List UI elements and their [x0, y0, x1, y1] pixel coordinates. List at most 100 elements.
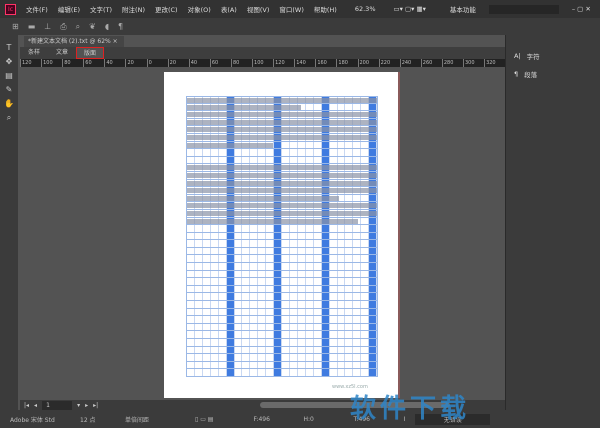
grid-cell: [274, 149, 283, 156]
ruler-tick: 260: [420, 59, 442, 67]
grid-cell: [306, 225, 314, 232]
text-line: [187, 119, 377, 125]
menu-file[interactable]: 文件(F): [21, 4, 53, 14]
prev-page-icon[interactable]: ◂: [34, 402, 37, 409]
menu-object[interactable]: 对象(O): [183, 4, 216, 14]
grid-cell: [353, 149, 362, 156]
grid-row: [186, 323, 378, 332]
grid-cell: [242, 225, 251, 232]
eyedropper-icon[interactable]: ✎: [6, 85, 13, 95]
grid-cell: [226, 301, 235, 308]
workspace-switcher[interactable]: 基本功能: [445, 4, 481, 14]
grid-cell: [338, 247, 346, 255]
grid-row: [186, 278, 378, 286]
grid-cell: [266, 308, 275, 316]
zoom-tool-icon[interactable]: ⌕: [7, 113, 11, 123]
menu-help[interactable]: 帮助(H): [309, 4, 342, 14]
grid-cell: [235, 361, 243, 369]
grid-row: [186, 194, 378, 203]
ruler-tick: 100: [252, 59, 273, 67]
window-controls[interactable]: – ▢ ✕: [567, 5, 596, 13]
screen-mode-icon[interactable]: ▭▾ ▢▾ ▦▾: [389, 5, 431, 13]
grid-cell: [353, 141, 362, 149]
paragraph-mark-icon[interactable]: ¶: [118, 22, 123, 31]
grid-cell: [187, 369, 195, 376]
grid-row: [186, 263, 378, 271]
tab-layout[interactable]: 版面: [76, 47, 104, 59]
grid-cell: [338, 361, 346, 369]
menu-table[interactable]: 表(A): [216, 4, 242, 14]
panel-paragraph[interactable]: ¶ 段落: [506, 65, 600, 83]
save-icon[interactable]: ⊥: [44, 22, 51, 31]
grid-row: [186, 217, 378, 226]
hand-tool-icon[interactable]: ✋: [4, 99, 14, 109]
grid-cell: [195, 232, 203, 240]
grid-cell: [330, 361, 338, 369]
menu-changes[interactable]: 更改(C): [150, 4, 183, 14]
first-page-icon[interactable]: |◂: [24, 402, 29, 409]
grid-row: [186, 331, 378, 339]
new-icon[interactable]: ⊞: [12, 22, 19, 31]
menu-type[interactable]: 文字(T): [85, 4, 117, 14]
menu-notes[interactable]: 附注(N): [117, 4, 150, 14]
text-line: [187, 195, 339, 201]
grid-cell: [250, 369, 259, 376]
search-input[interactable]: [488, 4, 559, 14]
font-select[interactable]: Adobe 宋体 Std: [10, 415, 70, 424]
grid-cell: [345, 361, 354, 369]
leading-select[interactable]: 单倍间距: [125, 415, 185, 424]
frame-grid[interactable]: [186, 96, 378, 377]
grid-cell: [338, 232, 346, 240]
grid-cell: [211, 361, 219, 369]
zoom-level[interactable]: 62.3%: [350, 5, 381, 13]
menu-view[interactable]: 视图(V): [242, 4, 275, 14]
spellcheck-icon[interactable]: ❦: [89, 22, 96, 31]
tab-galley[interactable]: 条样: [20, 47, 48, 59]
grid-cell: [274, 285, 283, 293]
panel-character[interactable]: A| 字符: [506, 47, 600, 65]
grid-cell: [298, 323, 306, 331]
grid-cell: [345, 278, 354, 285]
grid-cell: [338, 323, 346, 331]
type-tool-icon[interactable]: T: [7, 43, 12, 53]
close-tab-icon[interactable]: ×: [113, 38, 118, 45]
position-tool-icon[interactable]: ✥: [6, 57, 13, 67]
grid-cell: [235, 316, 243, 323]
grid-cell: [266, 263, 275, 270]
grid-cell: [258, 149, 267, 156]
grid-cell: [314, 361, 322, 369]
grid-cell: [345, 141, 354, 149]
tab-story[interactable]: 文章: [48, 47, 76, 59]
grid-cell: [195, 270, 203, 278]
open-folder-icon[interactable]: ▬: [28, 22, 36, 31]
find-icon[interactable]: ⌕: [76, 22, 80, 32]
print-icon[interactable]: ⎙: [60, 22, 66, 32]
grid-cell: [369, 270, 378, 278]
page-dropdown-icon[interactable]: ▾: [77, 402, 80, 409]
grid-cell: [369, 354, 378, 361]
grid-cell: [266, 149, 275, 156]
last-page-icon[interactable]: ▸|: [93, 402, 98, 409]
align-icon[interactable]: ▯ ▭ ▤: [195, 416, 213, 423]
note-tool-icon[interactable]: ▤: [5, 71, 13, 81]
grid-cell: [211, 346, 219, 354]
note-icon[interactable]: ◖: [105, 22, 109, 31]
menu-window[interactable]: 窗口(W): [274, 4, 309, 14]
grid-cell: [219, 316, 227, 323]
font-size-select[interactable]: 12 点: [80, 415, 115, 424]
grid-cell: [321, 103, 330, 111]
menu-edit[interactable]: 编辑(E): [53, 4, 85, 14]
ruler-tick: 80: [230, 59, 252, 67]
text-line: [187, 203, 377, 209]
grid-cell: [330, 308, 338, 316]
grid-cell: [235, 278, 243, 285]
next-page-icon[interactable]: ▸: [85, 402, 88, 409]
grid-cell: [321, 225, 330, 232]
grid-cell: [321, 255, 330, 263]
page-number-field[interactable]: 1: [42, 400, 73, 410]
grid-cell: [369, 240, 378, 247]
grid-cell: [298, 285, 306, 293]
grid-cell: [242, 263, 251, 270]
grid-cell: [258, 346, 267, 354]
grid-cell: [211, 149, 219, 156]
